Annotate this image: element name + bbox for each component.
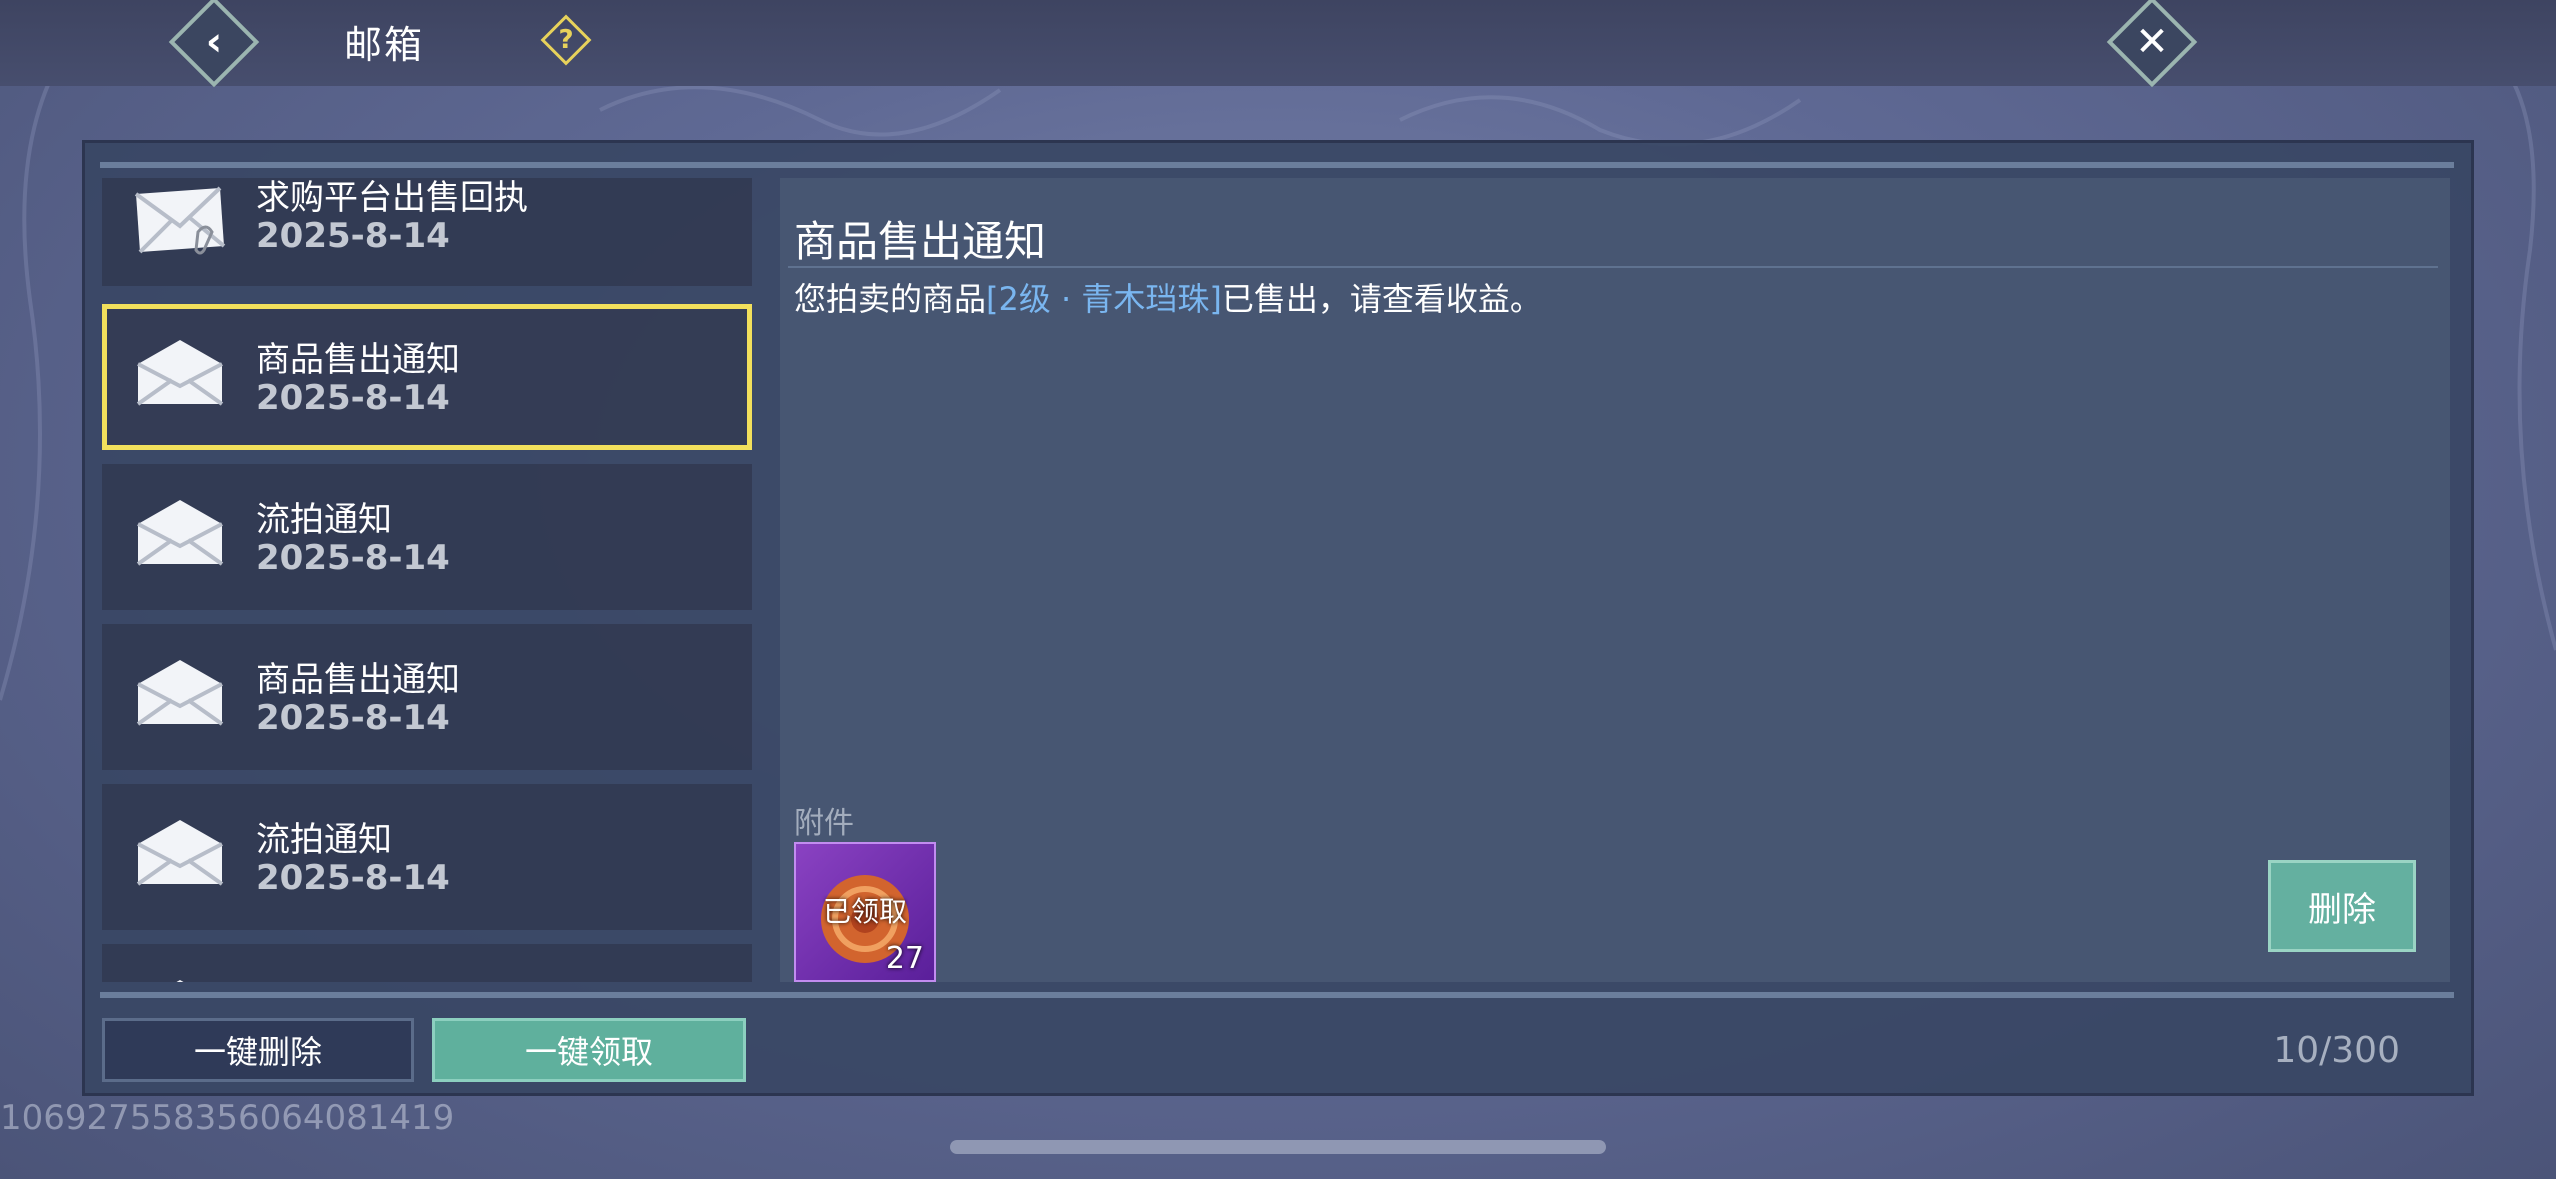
mail-title: 商品售出通知 xyxy=(256,660,460,700)
mail-title: 求购平台出售回执 xyxy=(256,178,528,218)
mail-detail: 商品售出通知 您拍卖的商品[2级 · 青木珰珠]已售出，请查看收益。 附件 已领… xyxy=(780,178,2450,982)
mail-icon xyxy=(136,500,224,566)
mail-icon xyxy=(136,820,224,886)
attachment-count: 27 xyxy=(885,941,924,976)
mail-title: 流拍通知 xyxy=(256,500,392,540)
list-item[interactable]: 流拍通知 2025-8-14 xyxy=(102,464,752,610)
question-icon: ? xyxy=(558,25,574,55)
detail-body: 您拍卖的商品[2级 · 青木珰珠]已售出，请查看收益。 xyxy=(794,274,1542,320)
mail-paperclip-icon xyxy=(134,186,226,255)
mail-count: 10/300 xyxy=(2273,1030,2400,1071)
mail-date: 2025-8-14 xyxy=(256,538,450,578)
list-item-selected[interactable]: 商品售出通知 2025-8-14 xyxy=(102,304,752,450)
help-button[interactable]: ? xyxy=(540,14,592,66)
list-item[interactable]: 商品售出通知 2025-8-14 xyxy=(102,624,752,770)
list-item[interactable]: 流拍通知 xyxy=(102,944,752,982)
mail-date: 2025-8-14 xyxy=(256,378,450,418)
mail-date: 2025-8-14 xyxy=(256,698,450,738)
top-bar: ‹ 邮箱 ? ✕ xyxy=(0,0,2556,88)
mail-date: 2025-8-14 xyxy=(256,216,450,256)
close-icon: ✕ xyxy=(2135,19,2169,65)
back-arrow-icon: ‹ xyxy=(205,19,223,65)
attachment-label: 附件 xyxy=(794,806,854,841)
mail-title: 流拍通知 xyxy=(256,820,392,860)
page-title: 邮箱 xyxy=(344,23,425,67)
user-id-watermark: 1069275583560640814​19 xyxy=(0,1098,455,1138)
body-suffix: 已售出，请查看收益。 xyxy=(1221,280,1542,318)
item-link[interactable]: [2级 · 青木珰珠] xyxy=(986,280,1222,318)
mail-icon xyxy=(176,980,184,982)
panel-top-divider xyxy=(100,162,2454,168)
claimed-label: 已领取 xyxy=(822,895,907,928)
delete-all-button[interactable]: 一键删除 xyxy=(102,1018,414,1082)
back-button[interactable]: ‹ xyxy=(168,0,260,88)
delete-button[interactable]: 删除 xyxy=(2268,860,2416,952)
list-item[interactable]: 求购平台出售回执 2025-8-14 xyxy=(102,178,752,286)
mail-date: 2025-8-14 xyxy=(256,858,450,898)
mail-icon xyxy=(136,660,224,726)
mail-list[interactable]: 求购平台出售回执 2025-8-14 商品售出通知 2025-8-14 流拍通知… xyxy=(100,178,754,982)
list-item[interactable]: 流拍通知 2025-8-14 xyxy=(102,784,752,930)
body-prefix: 您拍卖的商品 xyxy=(794,280,987,318)
mail-title: 流拍通知 xyxy=(256,972,392,982)
mail-icon xyxy=(136,340,224,406)
detail-title: 商品售出通知 xyxy=(794,217,1047,266)
mail-title: 商品售出通知 xyxy=(256,340,460,380)
attachment-item[interactable]: 已领取 27 xyxy=(794,842,936,982)
close-button[interactable]: ✕ xyxy=(2106,0,2198,88)
home-indicator[interactable] xyxy=(950,1140,1606,1154)
claim-all-button[interactable]: 一键领取 xyxy=(432,1018,746,1082)
detail-divider xyxy=(788,266,2438,268)
panel-bottom-divider xyxy=(100,992,2454,998)
